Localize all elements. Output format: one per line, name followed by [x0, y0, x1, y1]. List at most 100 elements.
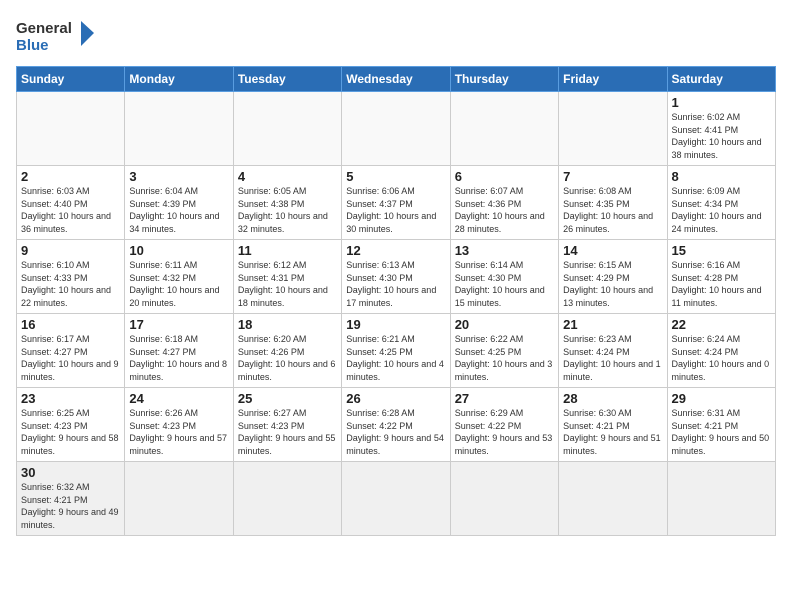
- day-number: 4: [238, 169, 337, 184]
- day-number: 2: [21, 169, 120, 184]
- day-info: Sunrise: 6:16 AM Sunset: 4:28 PM Dayligh…: [672, 259, 771, 309]
- day-number: 3: [129, 169, 228, 184]
- day-cell: 2Sunrise: 6:03 AM Sunset: 4:40 PM Daylig…: [17, 166, 125, 240]
- page-header: GeneralBlue: [16, 16, 776, 56]
- week-row-5: 23Sunrise: 6:25 AM Sunset: 4:23 PM Dayli…: [17, 388, 776, 462]
- day-info: Sunrise: 6:10 AM Sunset: 4:33 PM Dayligh…: [21, 259, 120, 309]
- day-info: Sunrise: 6:20 AM Sunset: 4:26 PM Dayligh…: [238, 333, 337, 383]
- day-info: Sunrise: 6:23 AM Sunset: 4:24 PM Dayligh…: [563, 333, 662, 383]
- day-number: 6: [455, 169, 554, 184]
- day-cell: 5Sunrise: 6:06 AM Sunset: 4:37 PM Daylig…: [342, 166, 450, 240]
- day-info: Sunrise: 6:18 AM Sunset: 4:27 PM Dayligh…: [129, 333, 228, 383]
- day-cell: [450, 462, 558, 536]
- day-cell: 11Sunrise: 6:12 AM Sunset: 4:31 PM Dayli…: [233, 240, 341, 314]
- day-info: Sunrise: 6:13 AM Sunset: 4:30 PM Dayligh…: [346, 259, 445, 309]
- day-cell: 7Sunrise: 6:08 AM Sunset: 4:35 PM Daylig…: [559, 166, 667, 240]
- svg-text:General: General: [16, 20, 72, 37]
- day-info: Sunrise: 6:12 AM Sunset: 4:31 PM Dayligh…: [238, 259, 337, 309]
- day-info: Sunrise: 6:06 AM Sunset: 4:37 PM Dayligh…: [346, 185, 445, 235]
- day-info: Sunrise: 6:28 AM Sunset: 4:22 PM Dayligh…: [346, 407, 445, 457]
- week-row-3: 9Sunrise: 6:10 AM Sunset: 4:33 PM Daylig…: [17, 240, 776, 314]
- day-cell: 1Sunrise: 6:02 AM Sunset: 4:41 PM Daylig…: [667, 92, 775, 166]
- day-number: 30: [21, 465, 120, 480]
- day-info: Sunrise: 6:32 AM Sunset: 4:21 PM Dayligh…: [21, 481, 120, 531]
- col-header-wednesday: Wednesday: [342, 67, 450, 92]
- col-header-sunday: Sunday: [17, 67, 125, 92]
- day-info: Sunrise: 6:08 AM Sunset: 4:35 PM Dayligh…: [563, 185, 662, 235]
- day-cell: [559, 462, 667, 536]
- day-cell: 29Sunrise: 6:31 AM Sunset: 4:21 PM Dayli…: [667, 388, 775, 462]
- day-cell: 3Sunrise: 6:04 AM Sunset: 4:39 PM Daylig…: [125, 166, 233, 240]
- day-info: Sunrise: 6:25 AM Sunset: 4:23 PM Dayligh…: [21, 407, 120, 457]
- day-info: Sunrise: 6:21 AM Sunset: 4:25 PM Dayligh…: [346, 333, 445, 383]
- day-cell: 15Sunrise: 6:16 AM Sunset: 4:28 PM Dayli…: [667, 240, 775, 314]
- day-cell: [17, 92, 125, 166]
- day-info: Sunrise: 6:27 AM Sunset: 4:23 PM Dayligh…: [238, 407, 337, 457]
- day-number: 20: [455, 317, 554, 332]
- day-number: 13: [455, 243, 554, 258]
- day-info: Sunrise: 6:17 AM Sunset: 4:27 PM Dayligh…: [21, 333, 120, 383]
- day-number: 22: [672, 317, 771, 332]
- day-number: 14: [563, 243, 662, 258]
- col-header-thursday: Thursday: [450, 67, 558, 92]
- logo: GeneralBlue: [16, 16, 96, 56]
- calendar-page: GeneralBlue SundayMondayTuesdayWednesday…: [0, 0, 792, 612]
- day-cell: 18Sunrise: 6:20 AM Sunset: 4:26 PM Dayli…: [233, 314, 341, 388]
- day-number: 19: [346, 317, 445, 332]
- day-number: 24: [129, 391, 228, 406]
- day-cell: 30Sunrise: 6:32 AM Sunset: 4:21 PM Dayli…: [17, 462, 125, 536]
- day-info: Sunrise: 6:14 AM Sunset: 4:30 PM Dayligh…: [455, 259, 554, 309]
- day-info: Sunrise: 6:07 AM Sunset: 4:36 PM Dayligh…: [455, 185, 554, 235]
- day-cell: 6Sunrise: 6:07 AM Sunset: 4:36 PM Daylig…: [450, 166, 558, 240]
- day-number: 1: [672, 95, 771, 110]
- day-info: Sunrise: 6:31 AM Sunset: 4:21 PM Dayligh…: [672, 407, 771, 457]
- day-info: Sunrise: 6:02 AM Sunset: 4:41 PM Dayligh…: [672, 111, 771, 161]
- header-row: SundayMondayTuesdayWednesdayThursdayFrid…: [17, 67, 776, 92]
- day-cell: [233, 462, 341, 536]
- col-header-saturday: Saturday: [667, 67, 775, 92]
- day-cell: 28Sunrise: 6:30 AM Sunset: 4:21 PM Dayli…: [559, 388, 667, 462]
- day-cell: 17Sunrise: 6:18 AM Sunset: 4:27 PM Dayli…: [125, 314, 233, 388]
- day-number: 29: [672, 391, 771, 406]
- day-number: 16: [21, 317, 120, 332]
- day-info: Sunrise: 6:09 AM Sunset: 4:34 PM Dayligh…: [672, 185, 771, 235]
- day-number: 9: [21, 243, 120, 258]
- day-number: 7: [563, 169, 662, 184]
- day-cell: 25Sunrise: 6:27 AM Sunset: 4:23 PM Dayli…: [233, 388, 341, 462]
- day-number: 5: [346, 169, 445, 184]
- day-number: 15: [672, 243, 771, 258]
- day-info: Sunrise: 6:29 AM Sunset: 4:22 PM Dayligh…: [455, 407, 554, 457]
- day-cell: 12Sunrise: 6:13 AM Sunset: 4:30 PM Dayli…: [342, 240, 450, 314]
- day-number: 12: [346, 243, 445, 258]
- week-row-2: 2Sunrise: 6:03 AM Sunset: 4:40 PM Daylig…: [17, 166, 776, 240]
- day-info: Sunrise: 6:03 AM Sunset: 4:40 PM Dayligh…: [21, 185, 120, 235]
- day-number: 11: [238, 243, 337, 258]
- col-header-tuesday: Tuesday: [233, 67, 341, 92]
- day-cell: [559, 92, 667, 166]
- day-cell: 4Sunrise: 6:05 AM Sunset: 4:38 PM Daylig…: [233, 166, 341, 240]
- day-cell: 10Sunrise: 6:11 AM Sunset: 4:32 PM Dayli…: [125, 240, 233, 314]
- day-cell: 14Sunrise: 6:15 AM Sunset: 4:29 PM Dayli…: [559, 240, 667, 314]
- week-row-1: 1Sunrise: 6:02 AM Sunset: 4:41 PM Daylig…: [17, 92, 776, 166]
- day-cell: [342, 462, 450, 536]
- day-number: 23: [21, 391, 120, 406]
- day-info: Sunrise: 6:05 AM Sunset: 4:38 PM Dayligh…: [238, 185, 337, 235]
- day-number: 27: [455, 391, 554, 406]
- logo-svg: GeneralBlue: [16, 16, 96, 56]
- day-cell: 19Sunrise: 6:21 AM Sunset: 4:25 PM Dayli…: [342, 314, 450, 388]
- day-cell: 20Sunrise: 6:22 AM Sunset: 4:25 PM Dayli…: [450, 314, 558, 388]
- day-info: Sunrise: 6:15 AM Sunset: 4:29 PM Dayligh…: [563, 259, 662, 309]
- day-cell: 24Sunrise: 6:26 AM Sunset: 4:23 PM Dayli…: [125, 388, 233, 462]
- day-cell: 8Sunrise: 6:09 AM Sunset: 4:34 PM Daylig…: [667, 166, 775, 240]
- day-number: 17: [129, 317, 228, 332]
- day-cell: [125, 92, 233, 166]
- day-cell: 21Sunrise: 6:23 AM Sunset: 4:24 PM Dayli…: [559, 314, 667, 388]
- day-number: 26: [346, 391, 445, 406]
- day-number: 18: [238, 317, 337, 332]
- day-cell: 13Sunrise: 6:14 AM Sunset: 4:30 PM Dayli…: [450, 240, 558, 314]
- day-info: Sunrise: 6:22 AM Sunset: 4:25 PM Dayligh…: [455, 333, 554, 383]
- day-cell: [667, 462, 775, 536]
- day-info: Sunrise: 6:11 AM Sunset: 4:32 PM Dayligh…: [129, 259, 228, 309]
- col-header-monday: Monday: [125, 67, 233, 92]
- day-info: Sunrise: 6:24 AM Sunset: 4:24 PM Dayligh…: [672, 333, 771, 383]
